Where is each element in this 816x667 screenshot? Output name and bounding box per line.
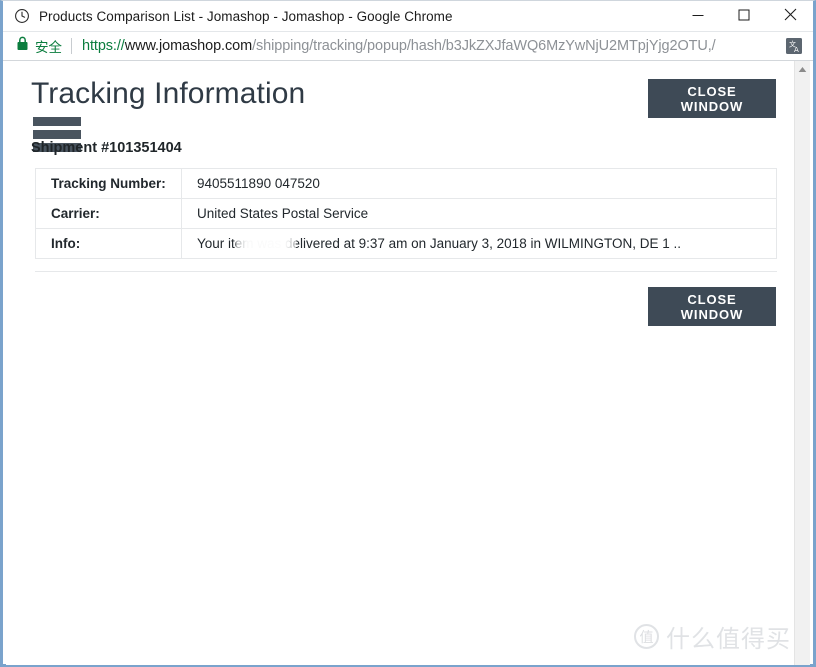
lock-icon[interactable] bbox=[16, 36, 29, 56]
window-titlebar: Products Comparison List - Jomashop - Jo… bbox=[3, 1, 813, 32]
section-divider bbox=[35, 271, 777, 272]
minimize-icon bbox=[692, 8, 704, 26]
vertical-scrollbar[interactable] bbox=[794, 61, 810, 665]
maximize-icon bbox=[738, 8, 750, 26]
table-row: Tracking Number: 9405511890 047520 bbox=[35, 168, 777, 199]
close-button[interactable] bbox=[767, 1, 813, 32]
tracking-popup-page: Tracking Information Shipment #101351404… bbox=[6, 61, 794, 665]
close-window-button-top[interactable]: CLOSE WINDOW bbox=[648, 79, 776, 118]
chevron-up-icon bbox=[798, 60, 807, 78]
close-window-button-bottom[interactable]: CLOSE WINDOW bbox=[648, 287, 776, 326]
redaction-blur bbox=[563, 289, 635, 308]
omnibox-separator bbox=[71, 38, 72, 54]
close-icon bbox=[784, 8, 797, 26]
translate-icon[interactable]: 文 A bbox=[785, 37, 803, 55]
minimize-button[interactable] bbox=[675, 1, 721, 32]
scroll-up-button[interactable] bbox=[795, 61, 810, 77]
url-text[interactable]: https://www.jomashop.com/shipping/tracki… bbox=[82, 38, 716, 54]
address-bar[interactable]: 安全 https://www.jomashop.com/shipping/tra… bbox=[3, 32, 813, 61]
url-scheme: https:// bbox=[82, 38, 125, 54]
redaction-bar bbox=[33, 117, 81, 126]
page-title: Tracking Information bbox=[31, 77, 306, 110]
carrier-label: Carrier: bbox=[35, 198, 182, 229]
url-host: www.jomashop.com bbox=[124, 38, 253, 54]
url-path: /shipping/tracking/popup/hash/b3JkZXJfaW… bbox=[252, 38, 716, 54]
tracking-number-value: 9405511890 047520 bbox=[181, 168, 777, 199]
svg-text:A: A bbox=[794, 46, 799, 54]
info-value: Your item was delivered at 9:37 am on Ja… bbox=[181, 228, 777, 259]
clock-icon bbox=[14, 8, 30, 24]
table-row: Info: Your item was delivered at 9:37 am… bbox=[35, 228, 777, 259]
tracking-information-table: Tracking Number: 9405511890 047520 Carri… bbox=[35, 168, 777, 259]
table-row: Carrier: United States Postal Service bbox=[35, 198, 777, 229]
page-viewport: Tracking Information Shipment #101351404… bbox=[6, 61, 810, 665]
redaction-bar bbox=[33, 130, 81, 139]
carrier-value: United States Postal Service bbox=[181, 198, 777, 229]
browser-window: Products Comparison List - Jomashop - Jo… bbox=[0, 0, 816, 667]
redaction-blur bbox=[530, 289, 548, 308]
secure-label: 安全 bbox=[35, 40, 62, 55]
tracking-number-label: Tracking Number: bbox=[35, 168, 182, 199]
shipment-id: Shipment #101351404 bbox=[31, 140, 182, 156]
maximize-button[interactable] bbox=[721, 1, 767, 32]
info-label: Info: bbox=[35, 228, 182, 259]
window-title: Products Comparison List - Jomashop - Jo… bbox=[39, 8, 453, 24]
